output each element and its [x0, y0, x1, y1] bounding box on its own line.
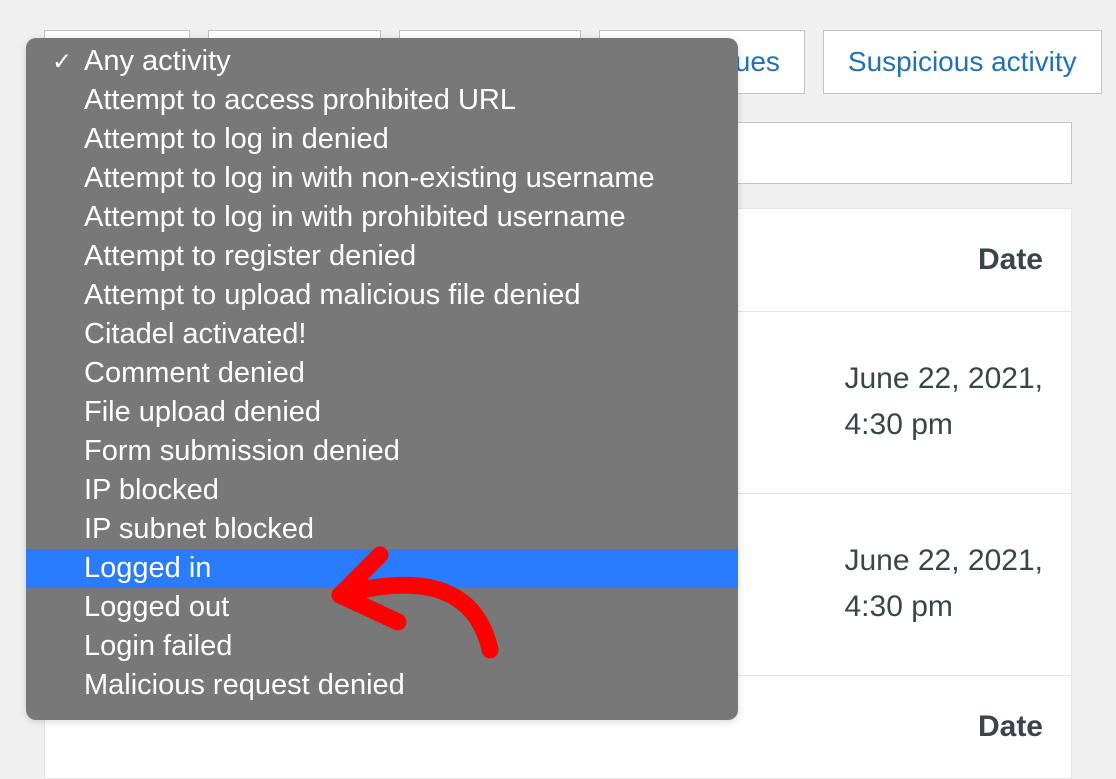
column-header-date: Date: [978, 243, 1043, 277]
dropdown-option[interactable]: Logged in: [26, 549, 738, 588]
dropdown-option-label: Logged in: [84, 552, 211, 585]
date-line: June 22, 2021,: [844, 362, 1043, 395]
dropdown-option[interactable]: Login failed: [26, 627, 738, 666]
date-line: June 22, 2021,: [844, 544, 1043, 577]
dropdown-option-label: File upload denied: [84, 396, 321, 429]
dropdown-option[interactable]: Attempt to upload malicious file denied: [26, 276, 738, 315]
dropdown-option-label: Attempt to log in with non-existing user…: [84, 162, 655, 195]
dropdown-option[interactable]: Malicious request denied: [26, 666, 738, 705]
dropdown-option[interactable]: Form submission denied: [26, 432, 738, 471]
dropdown-option-label: Attempt to log in with prohibited userna…: [84, 201, 626, 234]
dropdown-option-label: IP blocked: [84, 474, 219, 507]
dropdown-option[interactable]: Attempt to access prohibited URL: [26, 81, 738, 120]
check-icon: ✓: [52, 47, 72, 76]
dropdown-option-label: Form submission denied: [84, 435, 400, 468]
dropdown-option-label: Login failed: [84, 630, 232, 663]
dropdown-option-label: Malicious request denied: [84, 669, 405, 702]
dropdown-option-label: Attempt to access prohibited URL: [84, 84, 516, 117]
dropdown-option[interactable]: Attempt to log in with non-existing user…: [26, 159, 738, 198]
dropdown-option-label: Comment denied: [84, 357, 305, 390]
column-header-date: Date: [978, 710, 1043, 744]
dropdown-option[interactable]: IP subnet blocked: [26, 510, 738, 549]
dropdown-option[interactable]: Logged out: [26, 588, 738, 627]
dropdown-option[interactable]: Comment denied: [26, 354, 738, 393]
date-line: 4:30 pm: [844, 590, 952, 623]
dropdown-option[interactable]: ✓ Any activity: [26, 42, 738, 81]
dropdown-option-label: Logged out: [84, 591, 229, 624]
dropdown-option-label: Any activity: [84, 45, 231, 78]
dropdown-option[interactable]: IP blocked: [26, 471, 738, 510]
tab-suspicious-activity[interactable]: Suspicious activity: [823, 30, 1102, 94]
date-cell: June 22, 2021, 4:30 pm: [844, 356, 1043, 449]
dropdown-option[interactable]: Attempt to log in denied: [26, 120, 738, 159]
dropdown-option-label: Attempt to log in denied: [84, 123, 389, 156]
dropdown-option[interactable]: Attempt to log in with prohibited userna…: [26, 198, 738, 237]
dropdown-option-label: IP subnet blocked: [84, 513, 314, 546]
dropdown-option-label: Attempt to register denied: [84, 240, 416, 273]
dropdown-option[interactable]: Attempt to register denied: [26, 237, 738, 276]
dropdown-option-label: Citadel activated!: [84, 318, 306, 351]
dropdown-option[interactable]: File upload denied: [26, 393, 738, 432]
date-line: 4:30 pm: [844, 408, 952, 441]
dropdown-option[interactable]: Citadel activated!: [26, 315, 738, 354]
activity-filter-dropdown[interactable]: ✓ Any activity Attempt to access prohibite…: [26, 38, 738, 720]
dropdown-option-label: Attempt to upload malicious file denied: [84, 279, 581, 312]
date-cell: June 22, 2021, 4:30 pm: [844, 538, 1043, 631]
